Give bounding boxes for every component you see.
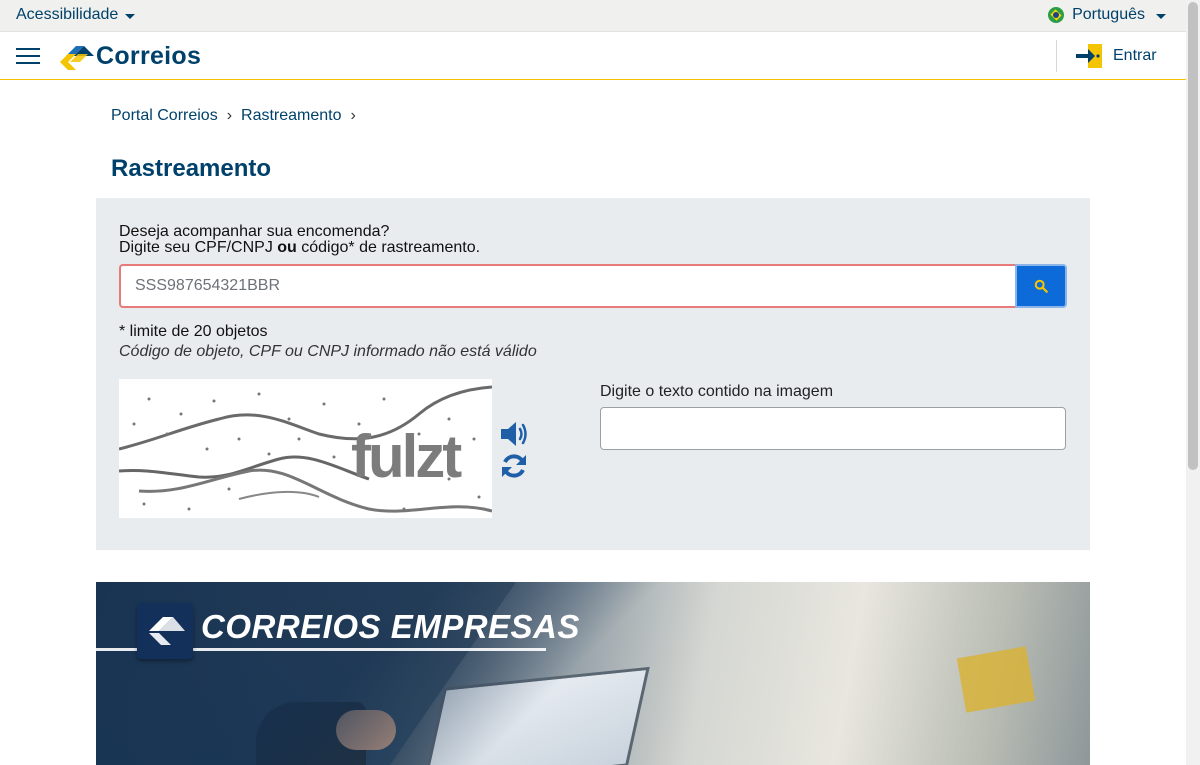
captcha-noise-graphic: fulzt bbox=[119, 385, 492, 513]
brazil-flag-icon bbox=[1048, 7, 1065, 23]
refresh-captcha-icon[interactable] bbox=[499, 451, 529, 481]
logo-text: Correios bbox=[96, 41, 202, 70]
login-icon bbox=[1076, 44, 1102, 68]
breadcrumb: Portal Correios › Rastreamento › bbox=[111, 107, 365, 125]
chevron-right-icon: › bbox=[226, 107, 233, 124]
search-button[interactable] bbox=[1015, 264, 1067, 308]
breadcrumb-rastreamento[interactable]: Rastreamento bbox=[241, 107, 342, 125]
menu-icon[interactable] bbox=[16, 48, 40, 66]
correios-empresas-logo-icon bbox=[137, 603, 193, 659]
captcha-image: fulzt bbox=[119, 379, 492, 518]
error-message: Código de objeto, CPF ou CNPJ informado … bbox=[119, 343, 537, 360]
caret-down-icon bbox=[1156, 13, 1166, 19]
language-label: Português bbox=[1072, 6, 1145, 23]
correios-logo[interactable]: Correios bbox=[60, 42, 201, 70]
header-divider bbox=[1056, 40, 1057, 72]
tracking-instructions: Deseja acompanhar sua encomenda? Digite … bbox=[119, 224, 480, 256]
captcha-input-label: Digite o texto contido na imagem bbox=[600, 383, 834, 400]
caret-down-icon bbox=[125, 13, 136, 19]
tracking-panel: Deseja acompanhar sua encomenda? Digite … bbox=[96, 198, 1090, 550]
page-title: Rastreamento bbox=[111, 155, 272, 182]
accessibility-label: Acessibilidade bbox=[16, 6, 119, 23]
limit-note: * limite de 20 objetos bbox=[119, 323, 268, 340]
correios-empresas-banner[interactable]: CORREIOS EMPRESAS bbox=[96, 582, 1090, 765]
login-label: Entrar bbox=[1113, 47, 1157, 64]
breadcrumb-portal-correios[interactable]: Portal Correios bbox=[111, 107, 218, 125]
correios-logo-mark-icon bbox=[60, 46, 94, 70]
scrollbar-thumb[interactable] bbox=[1188, 2, 1198, 470]
audio-captcha-icon[interactable] bbox=[499, 419, 531, 449]
chevron-right-icon: › bbox=[350, 107, 356, 124]
site-header: Correios Entrar bbox=[0, 32, 1186, 80]
accessibility-menu[interactable]: Acessibilidade bbox=[16, 6, 136, 24]
captcha-text: fulzt bbox=[351, 423, 462, 490]
login-button[interactable]: Entrar bbox=[1076, 44, 1157, 68]
page-scrollbar[interactable] bbox=[1186, 0, 1200, 765]
intro-line-2: Digite seu CPF/CNPJ ou código* de rastre… bbox=[119, 239, 481, 256]
banner-title: CORREIOS EMPRESAS bbox=[201, 608, 580, 645]
utility-bar: Acessibilidade Português bbox=[0, 0, 1186, 32]
tracking-code-input[interactable] bbox=[119, 264, 1017, 308]
captcha-input[interactable] bbox=[600, 407, 1066, 450]
intro-line-1: Deseja acompanhar sua encomenda? bbox=[119, 223, 390, 240]
language-selector[interactable]: Português bbox=[1048, 6, 1166, 24]
search-icon bbox=[1034, 279, 1048, 293]
